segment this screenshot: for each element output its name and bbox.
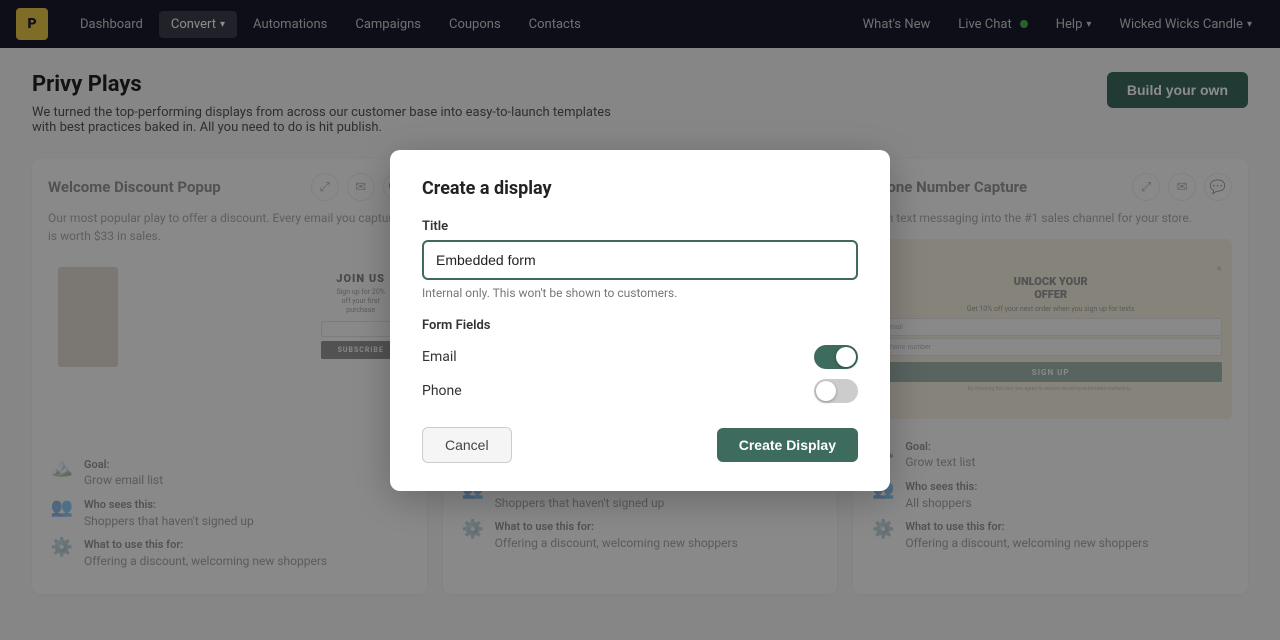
email-field-label: Email	[422, 349, 457, 365]
form-hint: Internal only. This won't be shown to cu…	[422, 286, 858, 300]
phone-field-label: Phone	[422, 383, 462, 399]
phone-toggle-row: Phone	[422, 379, 858, 403]
email-toggle[interactable]	[814, 345, 858, 369]
cancel-button[interactable]: Cancel	[422, 427, 512, 463]
email-toggle-knob	[836, 347, 856, 367]
phone-toggle[interactable]	[814, 379, 858, 403]
modal-title: Create a display	[422, 178, 858, 199]
form-fields-title: Form Fields	[422, 318, 858, 333]
create-display-button[interactable]: Create Display	[717, 428, 858, 462]
phone-toggle-knob	[816, 381, 836, 401]
modal-overlay: Create a display Title Internal only. Th…	[0, 0, 1280, 640]
title-label: Title	[422, 219, 858, 234]
create-display-modal: Create a display Title Internal only. Th…	[390, 150, 890, 491]
email-toggle-row: Email	[422, 345, 858, 369]
modal-actions: Cancel Create Display	[422, 427, 858, 463]
title-input[interactable]	[422, 240, 858, 280]
